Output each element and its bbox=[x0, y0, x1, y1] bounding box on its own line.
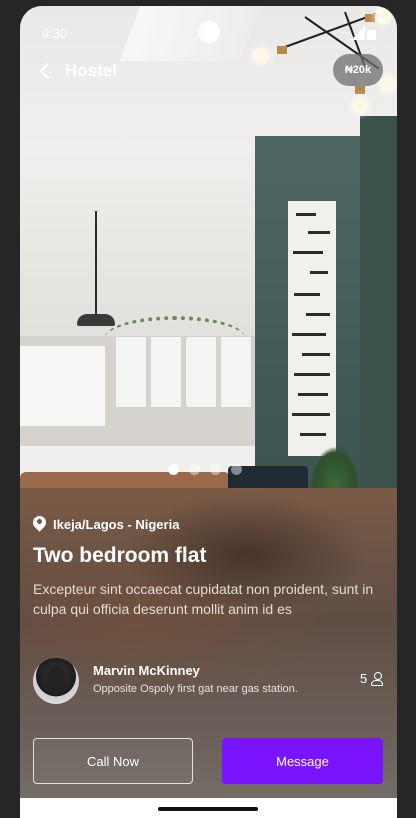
page-title: Hostel bbox=[65, 61, 117, 80]
person-icon bbox=[371, 671, 384, 686]
host-address: Opposite Ospoly first gat near gas stati… bbox=[93, 683, 298, 695]
gallery-dot[interactable] bbox=[231, 464, 242, 475]
signal-icon bbox=[351, 26, 365, 40]
listing-description: Excepteur sint occaecat cupidatat non pr… bbox=[33, 581, 374, 617]
green-wall-side bbox=[360, 116, 397, 488]
phone-screen: 9:30 Hostel ₦20k Ikeja/Lagos - Nigeria T… bbox=[20, 6, 397, 818]
home-indicator[interactable] bbox=[158, 807, 258, 811]
guest-count-value: 5 bbox=[360, 671, 368, 686]
gallery-dot[interactable] bbox=[210, 464, 221, 475]
host-name: Marvin McKinney bbox=[93, 663, 200, 678]
message-button[interactable]: Message bbox=[222, 738, 383, 784]
location-pin-icon bbox=[33, 516, 47, 532]
listing-title: Two bedroom flat bbox=[33, 544, 207, 567]
gallery-indicator bbox=[168, 464, 242, 475]
plant-vine bbox=[105, 316, 245, 360]
location-row: Ikeja/Lagos - Nigeria bbox=[33, 516, 179, 532]
price-badge: ₦20k bbox=[333, 54, 383, 86]
gallery-dot[interactable] bbox=[189, 464, 200, 475]
gallery-dot[interactable] bbox=[168, 464, 179, 475]
avatar[interactable] bbox=[33, 658, 79, 704]
status-time: 9:30 bbox=[42, 26, 68, 41]
call-now-button[interactable]: Call Now bbox=[33, 738, 193, 784]
wall-art bbox=[288, 201, 336, 456]
camera-cutout bbox=[198, 21, 220, 43]
location-text: Ikeja/Lagos - Nigeria bbox=[53, 516, 180, 532]
pendant-lamp bbox=[77, 314, 115, 326]
potted-plant bbox=[310, 446, 360, 488]
guest-count: 5 bbox=[360, 671, 384, 686]
status-icons bbox=[351, 26, 379, 40]
kitchen-window bbox=[20, 346, 105, 426]
pendant-cord bbox=[95, 211, 97, 316]
battery-icon bbox=[367, 30, 376, 40]
back-arrow-icon[interactable] bbox=[36, 60, 58, 82]
